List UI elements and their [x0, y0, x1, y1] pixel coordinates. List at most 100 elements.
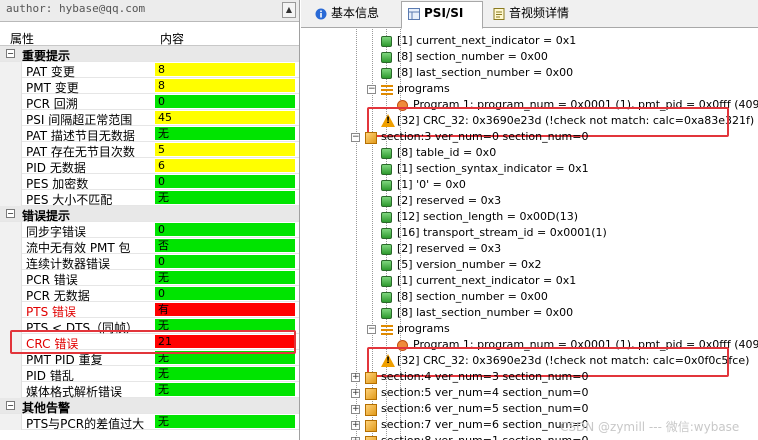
tree-node-label: [2] reserved = 0x3	[397, 194, 502, 207]
tree-node[interactable]: − section:3 ver_num=0 section_num=0	[351, 129, 758, 145]
section-cube-icon	[365, 436, 377, 440]
tree-node[interactable]: [2] reserved = 0x3	[379, 241, 758, 257]
row-gutter	[0, 270, 22, 286]
property-row[interactable]: PES 加密数 0	[0, 174, 299, 191]
tree-node[interactable]: − programs	[367, 81, 758, 97]
watermark: CSDN @zymill --- 微信:wybase	[560, 420, 740, 434]
property-section[interactable]: − 错误提示	[0, 206, 299, 223]
tree-node[interactable]: [8] table_id = 0x0	[379, 145, 758, 161]
tree-node[interactable]: Program 1: program_num = 0x0001 (1), pmt…	[395, 97, 758, 113]
property-row[interactable]: PAT 存在无节目次数 5	[0, 142, 299, 159]
tree-node[interactable]: [16] transport_stream_id = 0x0001(1)	[379, 225, 758, 241]
list-icon	[381, 324, 393, 335]
row-gutter	[0, 142, 22, 158]
property-value: 0	[155, 255, 295, 268]
property-value: 5	[155, 143, 295, 156]
tab-basic-info[interactable]: 基本信息	[309, 2, 391, 28]
author-scroll-button[interactable]: ▲	[282, 2, 296, 18]
expand-icon[interactable]: +	[351, 421, 360, 430]
property-row[interactable]: PSI 间隔超正常范围 45	[0, 110, 299, 127]
tree-node[interactable]: [5] version_number = 0x2	[379, 257, 758, 273]
tree-node[interactable]: + section:4 ver_num=3 section_num=0	[351, 369, 758, 385]
collapse-icon[interactable]: −	[367, 85, 376, 94]
warning-icon: !	[381, 354, 395, 367]
row-gutter	[0, 366, 22, 382]
property-row[interactable]: PES 大小不匹配无	[0, 190, 299, 207]
author-label: author: hybase@qq.com	[6, 2, 146, 15]
collapse-icon[interactable]: −	[6, 401, 15, 410]
tree-node-label: [5] version_number = 0x2	[397, 258, 542, 271]
row-gutter	[0, 334, 22, 350]
field-icon	[381, 52, 392, 63]
property-list: − 重要提示 PAT 变更 8 PMT 变更 8 PCR 回溯 0 PSI 间隔超正常范围 45 P…	[0, 46, 299, 431]
tree-node[interactable]: [2] reserved = 0x3	[379, 193, 758, 209]
expand-icon[interactable]: +	[351, 405, 360, 414]
tree-node-label: section:3 ver_num=0 section_num=0	[381, 130, 589, 143]
property-row[interactable]: CRC 错误 21	[0, 334, 299, 351]
property-row[interactable]: PCR 错误无	[0, 270, 299, 287]
tree-node[interactable]: ! [32] CRC_32: 0x3690e23d (!check not mat…	[379, 113, 758, 129]
tree-node[interactable]: [1] '0' = 0x0	[379, 177, 758, 193]
property-row[interactable]: PID 无数据 6	[0, 158, 299, 175]
expand-icon[interactable]: +	[351, 389, 360, 398]
tree-node[interactable]: + section:5 ver_num=4 section_num=0	[351, 385, 758, 401]
tab-av-details[interactable]: 音视频详情	[487, 2, 587, 28]
property-row[interactable]: PAT 变更 8	[0, 62, 299, 79]
property-row[interactable]: PCR 回溯 0	[0, 94, 299, 111]
field-icon	[381, 36, 392, 47]
tree-node-label: section:8 ver_num=1 section_num=0	[381, 433, 588, 440]
property-row[interactable]: PMT PID 重复无	[0, 350, 299, 367]
section-cube-icon	[365, 420, 377, 432]
tree-node[interactable]: [8] section_number = 0x00	[379, 289, 758, 305]
property-row[interactable]: 媒体格式解析错误无	[0, 382, 299, 399]
tree-node[interactable]: [8] last_section_number = 0x00	[379, 305, 758, 321]
field-icon	[381, 164, 392, 175]
property-value: 0	[155, 175, 295, 188]
list-icon	[381, 84, 393, 95]
property-value: 8	[155, 79, 295, 92]
tree-node[interactable]: [8] last_section_number = 0x00	[379, 65, 758, 81]
table-icon	[408, 8, 420, 20]
property-row[interactable]: PTS 错误有	[0, 302, 299, 319]
tree-node[interactable]: [1] section_syntax_indicator = 0x1	[379, 161, 758, 177]
field-icon	[381, 196, 392, 207]
section-cube-icon	[365, 404, 377, 416]
property-row[interactable]: PTS与PCR的差值过大无	[0, 414, 299, 431]
row-gutter	[0, 174, 22, 190]
tree-node[interactable]: [1] current_next_indicator = 0x1	[379, 273, 758, 289]
property-value: 无	[155, 127, 295, 140]
tree-node[interactable]: − programs	[367, 321, 758, 337]
tree-node[interactable]: + section:6 ver_num=5 section_num=0	[351, 401, 758, 417]
property-row[interactable]: 连续计数器错误 0	[0, 254, 299, 271]
tree-node[interactable]: [12] section_length = 0x00D(13)	[379, 209, 758, 225]
psi-tree[interactable]: [1] current_next_indicator = 0x1 [8] sect…	[301, 29, 758, 440]
warning-mark: !	[386, 116, 391, 126]
tree-node[interactable]: [8] section_number = 0x00	[379, 49, 758, 65]
row-gutter	[0, 302, 22, 318]
field-icon	[381, 260, 392, 271]
property-row[interactable]: PCR 无数据 0	[0, 286, 299, 303]
property-row[interactable]: PAT 描述节目无数据无	[0, 126, 299, 143]
collapse-icon[interactable]: −	[351, 133, 360, 142]
collapse-icon[interactable]: −	[367, 325, 376, 334]
property-section[interactable]: − 其他告警	[0, 398, 299, 415]
property-row[interactable]: PTS < DTS（同帧）无	[0, 318, 299, 335]
field-icon	[381, 276, 392, 287]
collapse-icon[interactable]: −	[6, 209, 15, 218]
property-row[interactable]: PID 错乱无	[0, 366, 299, 383]
tree-node[interactable]: ! [32] CRC_32: 0x3690e23d (!check not mat…	[379, 353, 758, 369]
tree-node-label: section:4 ver_num=3 section_num=0	[381, 370, 589, 383]
field-icon	[381, 228, 392, 239]
tab-psi-si[interactable]: PSI/SI	[401, 1, 483, 29]
row-gutter	[0, 318, 22, 334]
property-row[interactable]: PMT 变更 8	[0, 78, 299, 95]
collapse-icon[interactable]: −	[6, 49, 15, 58]
property-section[interactable]: − 重要提示	[0, 46, 299, 63]
property-row[interactable]: 同步字错误 0	[0, 222, 299, 239]
property-value: 否	[155, 239, 295, 252]
row-gutter	[0, 78, 22, 94]
tree-node[interactable]: [1] current_next_indicator = 0x1	[379, 33, 758, 49]
expand-icon[interactable]: +	[351, 373, 360, 382]
property-row[interactable]: 流中无有效 PMT 包否	[0, 238, 299, 255]
tree-node[interactable]: Program 1: program_num = 0x0001 (1), pmt…	[395, 337, 758, 353]
